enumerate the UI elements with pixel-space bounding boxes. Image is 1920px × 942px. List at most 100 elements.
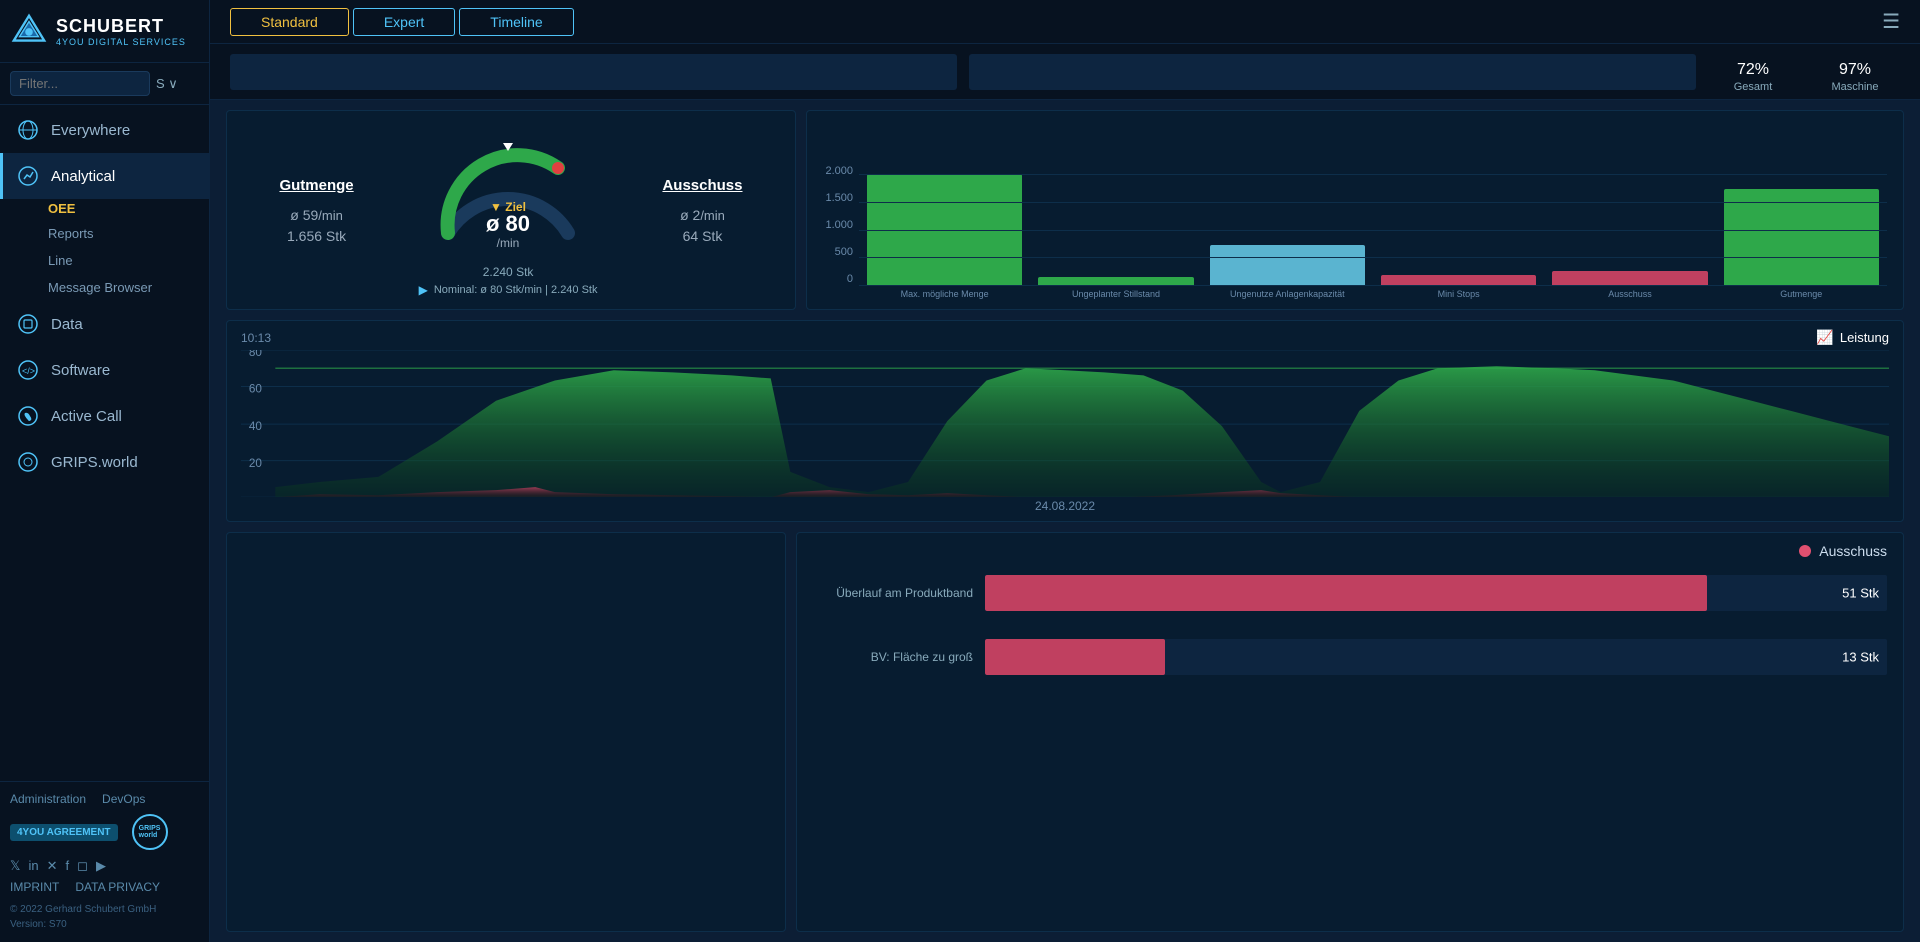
logo-text: SCHUBERT 4YOU DIGITAL SERVICES (56, 16, 186, 47)
line-area-green (275, 366, 1889, 497)
play-icon[interactable]: ▶ (419, 283, 428, 297)
bar-xlabel-6: Gutmenge (1724, 289, 1879, 299)
sidebar-item-activecall[interactable]: Active Call (0, 393, 209, 439)
sidebar-sub-messagebrowser[interactable]: Message Browser (0, 274, 209, 301)
logo-icon (10, 12, 48, 50)
nominal-label: Nominal: ø 80 Stk/min | 2.240 Stk (434, 284, 598, 296)
line-time: 10:13 (241, 331, 271, 345)
bar-fill-2 (1038, 277, 1193, 285)
twitter-icon[interactable]: 𝕏 (10, 858, 20, 874)
sidebar-footer: Administration DevOps 4YOU AGREEMENT GRI… (0, 781, 209, 942)
filter-sv-label[interactable]: S ∨ (156, 76, 178, 92)
stat-placeholder-right (969, 54, 1696, 90)
logo-area: SCHUBERT 4YOU DIGITAL SERVICES (0, 0, 209, 63)
sidebar-item-data-label: Data (51, 316, 83, 333)
tab-timeline[interactable]: Timeline (459, 8, 573, 36)
hamburger-menu-icon[interactable]: ☰ (1882, 9, 1900, 34)
data-privacy-link[interactable]: DATA PRIVACY (75, 880, 160, 894)
leistung-label: 📈 Leistung (1816, 329, 1889, 346)
horiz-bar-track-1: 51 Stk (985, 575, 1887, 611)
bar-xlabel-2: Ungeplanter Stillstand (1038, 289, 1193, 299)
sidebar-item-analytical[interactable]: Analytical (0, 153, 209, 199)
sidebar-item-software[interactable]: </> Software (0, 347, 209, 393)
svg-text:/min: /min (497, 236, 520, 250)
filter-area: S ∨ (0, 63, 209, 105)
stat-gesamt-value: 72% (1708, 50, 1798, 81)
horiz-bar-row-2: BV: Fläche zu groß 13 Stk (813, 639, 1887, 675)
svg-text:ø 80: ø 80 (486, 211, 530, 236)
footer-copyright: © 2022 Gerhard Schubert GmbH Version: S7… (10, 902, 199, 932)
nav-section: Everywhere Analytical OEE Reports Line M… (0, 105, 209, 487)
top-panels: Gutmenge ø 59/min 1.656 Stk (226, 110, 1904, 310)
grid-line-2 (859, 230, 1887, 231)
sidebar-item-grips[interactable]: GRIPS.world (0, 439, 209, 485)
svg-text:20: 20 (249, 456, 262, 470)
footer-logos: 4YOU AGREEMENT GRIPSworld (10, 814, 199, 850)
filter-input[interactable] (10, 71, 150, 96)
bar-x-labels: Max. mögliche Menge Ungeplanter Stillsta… (823, 285, 1887, 299)
stat-maschine: 97% Maschine (1810, 50, 1900, 93)
ziel-stk: 2.240 Stk (483, 265, 534, 279)
gauge-gutmenge: Gutmenge ø 59/min 1.656 Stk (279, 177, 353, 244)
topbar-tabs: Standard Expert Timeline (230, 8, 574, 36)
grips-icon (15, 449, 41, 475)
footer-links: Administration DevOps (10, 792, 199, 806)
activecall-icon (15, 403, 41, 429)
stat-gesamt: 72% Gesamt (1708, 50, 1798, 93)
instagram-icon[interactable]: ◻ (77, 858, 88, 874)
bar-fill-4 (1381, 275, 1536, 285)
bar-chart-area: 2.000 1.500 1.000 500 0 (823, 121, 1887, 299)
social-icons: 𝕏 in ✕ f ◻ ▶ (10, 858, 199, 874)
bottom-panels: Ausschuss Überlauf am Produktband 51 Stk… (226, 532, 1904, 932)
admin-link[interactable]: Administration (10, 792, 86, 806)
x-icon[interactable]: ✕ (47, 858, 58, 874)
tab-standard[interactable]: Standard (230, 8, 349, 36)
chart-icon: 📈 (1816, 329, 1833, 346)
grid-line-top (859, 174, 1887, 175)
bar-xlabel-4: Mini Stops (1381, 289, 1536, 299)
stat-maschine-label: Maschine (1810, 81, 1900, 93)
brand-4you[interactable]: 4YOU AGREEMENT (10, 824, 118, 841)
gauge-ausschuss: Ausschuss ø 2/min 64 Stk (662, 177, 742, 244)
sidebar-item-everywhere[interactable]: Everywhere (0, 107, 209, 153)
devops-link[interactable]: DevOps (102, 792, 145, 806)
everywhere-icon (15, 117, 41, 143)
sidebar-item-everywhere-label: Everywhere (51, 122, 130, 139)
sidebar-item-software-label: Software (51, 362, 110, 379)
logo-name: SCHUBERT (56, 16, 186, 37)
bar-xlabel-3: Ungenutze Anlagenkapazität (1210, 289, 1365, 299)
gutmenge-label: Gutmenge (279, 177, 353, 194)
sidebar-sub-line[interactable]: Line (0, 247, 209, 274)
ausschuss-dot (1799, 545, 1811, 557)
line-date: 24.08.2022 (241, 499, 1889, 513)
facebook-icon[interactable]: f (66, 858, 70, 874)
imprint-link[interactable]: IMPRINT (10, 880, 59, 894)
line-chart-container: 80 60 40 20 (241, 350, 1889, 497)
sidebar-item-data[interactable]: Data (0, 301, 209, 347)
svg-text:60: 60 (249, 381, 262, 395)
linkedin-icon[interactable]: in (28, 858, 38, 874)
sidebar-sub-reports[interactable]: Reports (0, 220, 209, 247)
tab-expert[interactable]: Expert (353, 8, 455, 36)
bar-fill-3 (1210, 245, 1365, 285)
gauge-svg-wrap: ▼ Ziel ø 80 /min 2.240 Stk ▶ Nominal: ø … (419, 123, 598, 297)
youtube-icon[interactable]: ▶ (96, 858, 106, 874)
bar-fill-5 (1552, 271, 1707, 285)
ausschuss-avg: ø 2/min (662, 200, 742, 226)
horiz-bar-label-1: Überlauf am Produktband (813, 586, 973, 600)
bar-gutmenge (1724, 189, 1879, 285)
svg-text:80: 80 (249, 350, 262, 359)
gutmenge-stk: 1.656 Stk (279, 228, 353, 244)
bar-y-labels: 2.000 1.500 1.000 500 0 (823, 165, 859, 285)
stat-row: 72% Gesamt 97% Maschine (210, 44, 1920, 100)
stat-placeholder-left (230, 54, 957, 90)
ausschuss-title: Ausschuss (1819, 543, 1887, 559)
grid-line-3 (859, 257, 1887, 258)
gutmenge-avg: ø 59/min (279, 200, 353, 226)
grid-line-1 (859, 202, 1887, 203)
stat-maschine-value: 97% (1810, 50, 1900, 81)
ausschuss-stk: 64 Stk (662, 228, 742, 244)
horiz-bar-fill-1 (985, 575, 1707, 611)
ausschuss-header: Ausschuss (813, 543, 1887, 559)
bar-mini-stops (1381, 275, 1536, 285)
